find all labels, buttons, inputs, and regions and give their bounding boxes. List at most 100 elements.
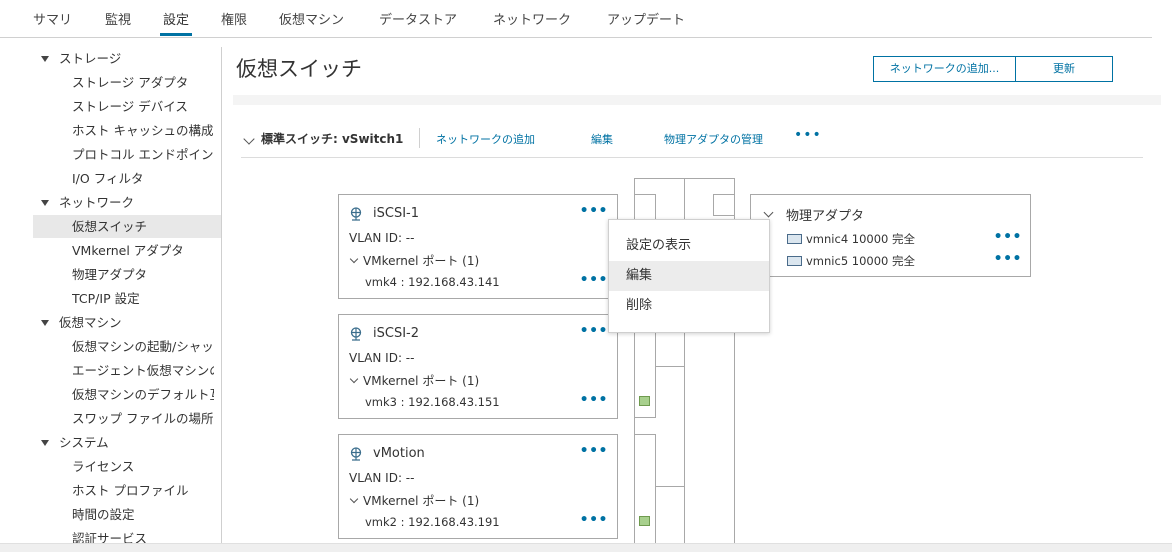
sidebar-item-label: 時間の設定: [72, 507, 135, 522]
edit-switch-link[interactable]: 編集: [591, 131, 613, 147]
switch-more-actions-icon[interactable]: •••: [794, 127, 822, 143]
adapter-more-icon[interactable]: •••: [994, 251, 1022, 267]
vmk-address: vmk4 : 192.168.43.141: [365, 275, 500, 289]
vmk-more-icon[interactable]: •••: [580, 272, 608, 288]
settings-sidebar: ストレージ ストレージ アダプタ ストレージ デバイス ホスト キャッシュの構成…: [33, 47, 222, 547]
tab-permissions[interactable]: 権限: [221, 9, 247, 28]
tab-networks[interactable]: ネットワーク: [493, 9, 571, 28]
sidebar-item-label: スワップ ファイルの場所: [72, 411, 214, 426]
tree-group-storage[interactable]: ストレージ: [33, 47, 221, 70]
add-network-button[interactable]: ネットワークの追加...: [873, 56, 1016, 82]
sidebar-item-label: I/O フィルタ: [72, 171, 144, 186]
port-group-more-icon[interactable]: •••: [580, 323, 608, 339]
vmkernel-ports-toggle[interactable]: VMkernel ポート (1): [349, 252, 479, 269]
bottom-bar: [0, 543, 1172, 552]
refresh-button[interactable]: 更新: [1015, 56, 1113, 82]
vmkernel-ports-label: VMkernel ポート (1): [363, 374, 480, 388]
sidebar-item-label: 物理アダプタ: [72, 267, 148, 282]
sidebar-item-label: TCP/IP 設定: [72, 291, 140, 306]
tab-summary[interactable]: サマリ: [33, 9, 72, 28]
sidebar-item-swap-file[interactable]: スワップ ファイルの場所: [33, 407, 221, 430]
vmkernel-ports-toggle[interactable]: VMkernel ポート (1): [349, 492, 479, 509]
port-group-icon: [350, 447, 362, 461]
port-link-line: [656, 366, 685, 367]
sidebar-item-protocol-endpoints[interactable]: プロトコル エンドポイント: [33, 143, 221, 166]
vmkernel-ports-label: VMkernel ポート (1): [363, 254, 480, 268]
menu-item-edit[interactable]: 編集: [609, 261, 769, 291]
sidebar-item-vm-startup[interactable]: 仮想マシンの起動/シャットダウン: [33, 335, 221, 358]
sidebar-item-time-config[interactable]: 時間の設定: [33, 503, 221, 526]
tree-group-system[interactable]: システム: [33, 431, 221, 454]
chevron-down-icon[interactable]: [763, 207, 774, 218]
vlan-id: VLAN ID: --: [349, 351, 415, 365]
tab-configure[interactable]: 設定: [163, 9, 189, 28]
tab-monitor[interactable]: 監視: [105, 9, 131, 28]
sidebar-item-host-profile[interactable]: ホスト プロファイル: [33, 479, 221, 502]
sidebar-item-host-cache[interactable]: ホスト キャッシュの構成: [33, 119, 221, 142]
vmk-more-icon[interactable]: •••: [580, 512, 608, 528]
tree-group-vms[interactable]: 仮想マシン: [33, 311, 221, 334]
vmk-more-icon[interactable]: •••: [580, 392, 608, 408]
port-link-line: [656, 486, 685, 487]
caret-down-icon: [41, 320, 49, 326]
sidebar-item-label: VMkernel アダプタ: [72, 243, 184, 258]
sidebar-item-storage-adapters[interactable]: ストレージ アダプタ: [33, 71, 221, 94]
nic-icon: [787, 234, 802, 244]
sidebar-item-label: 仮想マシンのデフォルト互換性: [72, 387, 214, 402]
port-group-card[interactable]: iSCSI-1 ••• VLAN ID: -- VMkernel ポート (1)…: [338, 194, 618, 299]
chevron-down-icon: [349, 254, 359, 264]
page-title: 仮想スイッチ: [236, 57, 362, 81]
switch-title: 標準スイッチ: vSwitch1: [261, 132, 404, 146]
sidebar-item-agent-vm[interactable]: エージェント仮想マシンの設定: [33, 359, 221, 382]
caret-down-icon: [41, 440, 49, 446]
port-group-more-icon[interactable]: •••: [580, 203, 608, 219]
sidebar-item-physical-adapters[interactable]: 物理アダプタ: [33, 263, 221, 286]
vmk-address: vmk2 : 192.168.43.191: [365, 515, 500, 529]
sidebar-item-label: 仮想スイッチ: [72, 219, 148, 234]
sidebar-item-storage-devices[interactable]: ストレージ デバイス: [33, 95, 221, 118]
sidebar-item-vmkernel-adapters[interactable]: VMkernel アダプタ: [33, 239, 221, 262]
tree-group-network[interactable]: ネットワーク: [33, 191, 221, 214]
physical-adapter-label: vmnic4 10000 完全: [806, 232, 916, 246]
vmk-address: vmk3 : 192.168.43.151: [365, 395, 500, 409]
add-network-link[interactable]: ネットワークの追加: [436, 131, 535, 147]
chevron-down-icon[interactable]: [243, 133, 255, 145]
sidebar-item-label: プロトコル エンドポイント: [72, 147, 214, 162]
vmkernel-ports-toggle[interactable]: VMkernel ポート (1): [349, 372, 479, 389]
tab-updates[interactable]: アップデート: [607, 9, 685, 28]
sidebar-item-vm-default-compat[interactable]: 仮想マシンのデフォルト互換性: [33, 383, 221, 406]
menu-item-view-settings[interactable]: 設定の表示: [609, 231, 769, 261]
tree-group-label: ネットワーク: [59, 195, 135, 210]
sidebar-item-tcpip[interactable]: TCP/IP 設定: [33, 287, 221, 310]
port-group-card[interactable]: iSCSI-2 ••• VLAN ID: -- VMkernel ポート (1)…: [338, 314, 618, 419]
sidebar-item-label: ホスト キャッシュの構成: [72, 123, 214, 138]
top-tab-bar: サマリ 監視 設定 権限 仮想マシン データストア ネットワーク アップデート: [0, 0, 1152, 38]
tree-group-label: ストレージ: [59, 51, 122, 66]
port-group-name: iSCSI-2: [373, 326, 419, 341]
port-group-more-icon[interactable]: •••: [580, 443, 608, 459]
vlan-id: VLAN ID: --: [349, 471, 415, 485]
port-connector: [634, 434, 656, 544]
physical-adapter-label: vmnic5 10000 完全: [806, 254, 916, 268]
physical-adapters-card: 物理アダプタ vmnic4 10000 完全 ••• vmnic5 10000 …: [750, 194, 1031, 277]
sidebar-item-licensing[interactable]: ライセンス: [33, 455, 221, 478]
manage-physical-adapters-link[interactable]: 物理アダプタの管理: [664, 131, 763, 147]
sidebar-item-label: ストレージ デバイス: [72, 99, 188, 114]
menu-item-remove[interactable]: 削除: [609, 291, 769, 321]
physical-adapters-title: 物理アダプタ: [786, 209, 865, 224]
vmkernel-ports-label: VMkernel ポート (1): [363, 494, 480, 508]
adapter-more-icon[interactable]: •••: [994, 229, 1022, 245]
sidebar-item-label: ストレージ アダプタ: [72, 75, 189, 90]
sidebar-item-io-filters[interactable]: I/O フィルタ: [33, 167, 221, 190]
port-group-name: vMotion: [373, 446, 425, 461]
vmkernel-port-icon: [639, 396, 650, 406]
port-group-icon: [350, 327, 362, 341]
physical-adapter-row: vmnic5 10000 完全: [787, 253, 915, 269]
tab-vms[interactable]: 仮想マシン: [279, 9, 344, 28]
chevron-down-icon: [349, 494, 359, 504]
sidebar-item-virtual-switches[interactable]: 仮想スイッチ: [33, 215, 221, 238]
sidebar-item-label: ホスト プロファイル: [72, 483, 189, 498]
tab-datastores[interactable]: データストア: [379, 9, 457, 28]
uplink-connector: [713, 194, 735, 216]
port-group-card[interactable]: vMotion ••• VLAN ID: -- VMkernel ポート (1)…: [338, 434, 618, 539]
